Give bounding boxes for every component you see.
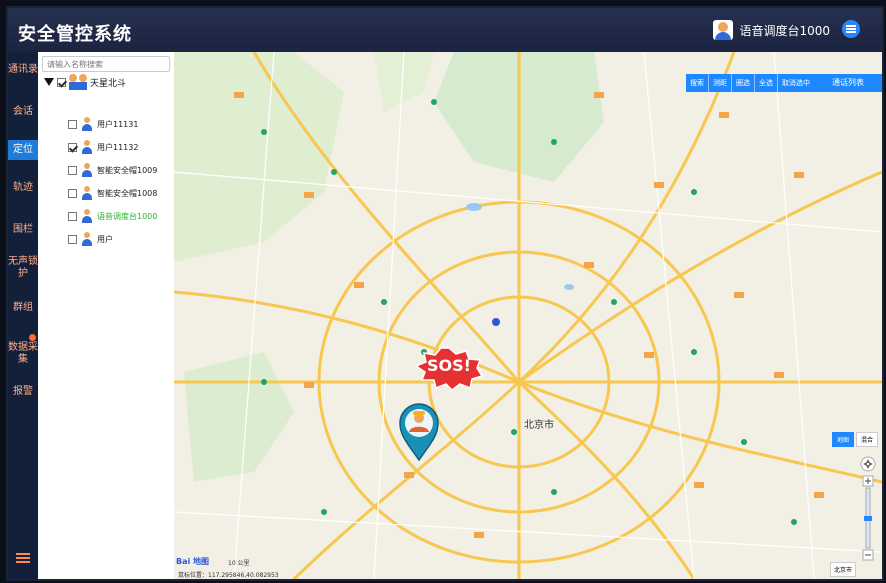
nav-item-label: 定位	[13, 144, 33, 155]
nav-item-label: 会话	[13, 106, 33, 117]
nav-item-2[interactable]: 定位	[8, 140, 38, 160]
nav-item-label: 通讯录	[8, 64, 38, 75]
tree-item[interactable]: 智能安全帽1008	[68, 185, 157, 201]
nav-badge	[29, 334, 36, 341]
tree-item-label: 智能安全帽1008	[97, 188, 158, 198]
user-icon	[81, 232, 93, 246]
map-canvas[interactable]	[174, 52, 882, 579]
mouse-coordinates: 鼠标位置：117.295846,40.082953	[178, 572, 279, 579]
scale-bar: 10 公里	[228, 560, 250, 567]
tree-search-input[interactable]	[42, 56, 170, 72]
nav-item-7[interactable]: 数据采集	[8, 334, 38, 370]
user-icon	[81, 140, 93, 154]
nav-item-label: 群组	[13, 302, 33, 313]
menu-icon	[846, 28, 856, 30]
map-tool-button[interactable]: 搜索	[686, 74, 708, 92]
user-icon	[81, 209, 93, 223]
nav-item-label: 围栏	[13, 224, 33, 235]
tree-item-checkbox[interactable]	[68, 234, 77, 244]
nav-item-0[interactable]: 通讯录	[8, 60, 38, 80]
tree-item[interactable]: 语音调度台1000	[68, 208, 157, 224]
city-label: 北京市	[524, 420, 554, 431]
top-bar: 安全管控系统 语音调度台1000	[8, 8, 882, 52]
nav-item-label: 报警	[13, 386, 33, 397]
nav-item-5[interactable]: 无声锁护	[8, 252, 38, 284]
user-location-pin[interactable]	[398, 402, 440, 462]
tree-item-checkbox[interactable]	[68, 188, 77, 198]
app-window: 安全管控系统 语音调度台1000 通讯录会话定位轨迹围栏无声锁护群组数据采集报警…	[6, 6, 884, 581]
map-brand-logo: Bai 地图	[176, 557, 210, 566]
tree-item-label: 用户11132	[97, 142, 139, 152]
tree-item-checkbox[interactable]	[68, 165, 77, 175]
device-tree: 天星北斗 用户11131 用户11132 智能安全帽1009 智能安全帽1008 语音调…	[38, 52, 174, 579]
root-checkbox[interactable]	[57, 77, 66, 87]
expand-icon[interactable]	[44, 78, 54, 86]
user-icon	[81, 186, 93, 200]
nav-item-1[interactable]: 会话	[8, 102, 38, 122]
nav-item-label: 无声锁护	[8, 256, 38, 279]
collapse-icon[interactable]	[16, 551, 30, 565]
nav-item-3[interactable]: 轨迹	[8, 178, 38, 198]
current-user[interactable]: 语音调度台1000	[713, 20, 830, 40]
tree-item-label: 用户	[97, 234, 113, 244]
call-list-button[interactable]: 通话列表	[814, 74, 882, 92]
left-nav: 通讯录会话定位轨迹围栏无声锁护群组数据采集报警	[8, 52, 38, 579]
tree-item[interactable]: 用户11131	[68, 116, 138, 132]
tree-item-label: 智能安全帽1009	[97, 165, 158, 175]
user-icon	[81, 163, 93, 177]
sos-text: SOS!	[427, 356, 471, 375]
sos-bubble[interactable]: SOS!	[414, 346, 484, 390]
user-label: 语音调度台1000	[739, 23, 830, 38]
menu-button[interactable]	[842, 20, 860, 38]
map-tool-button[interactable]: 全选	[754, 74, 777, 92]
avatar	[713, 20, 734, 40]
root-label: 天星北斗	[90, 78, 127, 89]
nav-item-label: 数据采集	[8, 342, 38, 365]
tree-item-label: 语音调度台1000	[97, 211, 158, 221]
tree-item-checkbox[interactable]	[68, 119, 77, 129]
zoom-control[interactable]	[860, 456, 876, 566]
tree-item[interactable]: 智能安全帽1009	[68, 162, 157, 178]
user-icon	[81, 117, 93, 131]
nav-item-label: 轨迹	[13, 182, 33, 193]
tree-item-checkbox[interactable]	[68, 211, 77, 221]
tree-item[interactable]: 用户	[68, 231, 113, 247]
location-pin-icon	[399, 403, 439, 462]
tree-item-checkbox[interactable]	[68, 142, 77, 152]
zoom-control-icon	[860, 456, 876, 561]
city-select[interactable]: 北京市	[829, 562, 856, 577]
nav-item-4[interactable]: 围栏	[8, 220, 38, 240]
map-type-option[interactable]: 混合	[855, 432, 878, 447]
nav-item-6[interactable]: 群组	[8, 298, 38, 318]
map-type-option[interactable]: 地图	[831, 432, 854, 447]
map-toolbar: 搜索 测距 圈选 全选 取消选中	[686, 74, 814, 92]
map-tool-button[interactable]: 测距	[708, 74, 731, 92]
map-type-switch: 地图 混合	[831, 432, 878, 447]
map-view[interactable]: 搜索 测距 圈选 全选 取消选中 通话列表 北京市 SOS! Bai 地图 10 公里 …	[174, 52, 882, 579]
tree-root[interactable]: 天星北斗	[44, 74, 126, 90]
tree-item[interactable]: 用户11132	[68, 139, 138, 155]
tree-item-label: 用户11131	[97, 119, 139, 129]
map-tool-button[interactable]: 取消选中	[777, 74, 814, 92]
group-icon	[69, 74, 87, 90]
map-tool-button[interactable]: 圈选	[731, 74, 754, 92]
app-title: 安全管控系统	[18, 24, 132, 45]
nav-item-8[interactable]: 报警	[8, 382, 38, 402]
